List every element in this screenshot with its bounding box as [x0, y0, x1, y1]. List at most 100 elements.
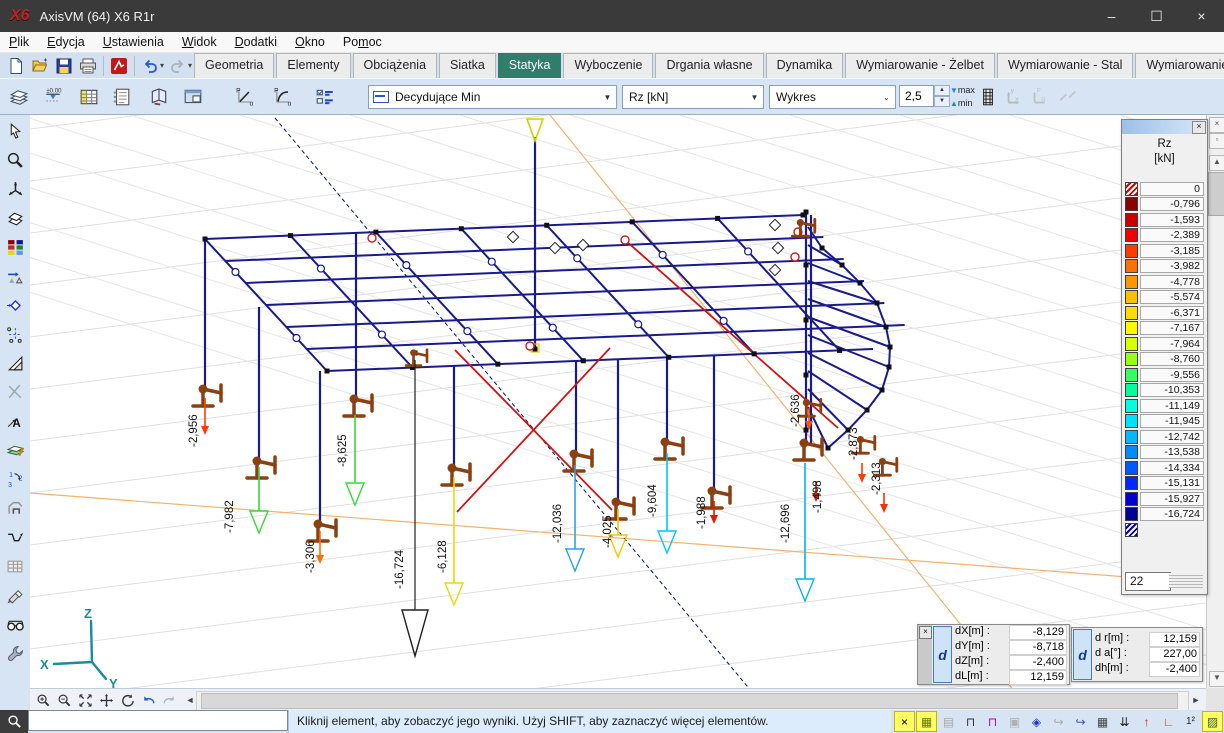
tab-wymiarowanie-elbet[interactable]: Wymiarowanie - Żelbet [845, 53, 995, 78]
parts-icon[interactable] [2, 320, 28, 349]
frame-view-icon[interactable]: ⊓ [960, 711, 981, 732]
legend-caption[interactable]: × [1122, 120, 1207, 134]
spin-up-icon[interactable]: ▲ [934, 85, 950, 96]
views-icon[interactable] [2, 175, 28, 204]
display-mode-combobox[interactable]: Wykres ⌄ [769, 85, 896, 109]
load-case-combobox[interactable]: Decydujące Min ▼ [368, 85, 617, 109]
workplane-toggle-icon[interactable]: ▨ [1202, 711, 1223, 732]
undo-icon[interactable] [138, 55, 162, 77]
modify-icon[interactable] [2, 291, 28, 320]
menu-plik[interactable]: Plik [0, 32, 38, 52]
polyline-icon[interactable] [2, 523, 28, 552]
frame-add-icon[interactable]: ⊓ [982, 711, 1003, 732]
redo-dropdown-icon[interactable]: ▾ [188, 61, 192, 70]
vertical-scrollbar[interactable]: × ▫ ▲ ▼ [1206, 115, 1224, 688]
table-browser-icon[interactable] [2, 552, 28, 581]
paste-parts-icon[interactable]: ▣ [1004, 711, 1025, 732]
close-icon[interactable]: × [919, 626, 932, 639]
result-table-icon[interactable] [76, 84, 102, 110]
hscroll-thumb[interactable] [201, 693, 1178, 709]
stories-icon[interactable]: ▤ [938, 711, 959, 732]
dimensions-icon[interactable]: A [2, 407, 28, 436]
numbering-icon[interactable]: 1² [1180, 711, 1201, 732]
print-icon[interactable] [76, 55, 100, 77]
window-layout-icon[interactable] [180, 84, 206, 110]
save-file-icon[interactable] [52, 55, 76, 77]
legend-grip[interactable] [1169, 573, 1203, 588]
undo-view-icon[interactable] [138, 691, 158, 709]
close-icon[interactable]: × [1192, 121, 1206, 134]
tab-drgania-w-asne[interactable]: Drgania własne [655, 53, 763, 78]
menu-widok[interactable]: Widok [173, 32, 226, 52]
tab-wymiarowanie-d[interactable]: Wymiarowanie - D [1135, 53, 1224, 78]
model-view[interactable]: -2,956-7,982-8,625-3,306-16,724-6,128-12… [30, 115, 1206, 688]
panel-float-icon[interactable]: ▫ [1209, 133, 1224, 149]
structural-members-icon[interactable] [2, 494, 28, 523]
grid-cursor-icon[interactable]: ▦ [916, 711, 937, 732]
menu-edycja[interactable]: Edycja [38, 32, 94, 52]
path-walk-icon[interactable]: ↪ [1070, 711, 1091, 732]
table-grid-icon[interactable]: ▦ [1092, 711, 1113, 732]
rotate-icon[interactable] [117, 691, 137, 709]
undo-dropdown-icon[interactable]: ▾ [160, 61, 164, 70]
pan-icon[interactable] [96, 691, 116, 709]
crosshair-toggle-icon[interactable]: × [894, 711, 915, 732]
model-svg[interactable]: -2,956-7,982-8,625-3,306-16,724-6,128-12… [30, 115, 1206, 688]
search-input[interactable] [28, 710, 288, 731]
arrows-down-icon[interactable]: ⇊ [1114, 711, 1135, 732]
tab-wymiarowanie-stal[interactable]: Wymiarowanie - Stal [997, 53, 1134, 78]
settings-icon[interactable] [2, 639, 28, 668]
search-icon[interactable] [0, 710, 28, 733]
redo-icon[interactable] [166, 55, 190, 77]
scroll-up-icon[interactable]: ▲ [1209, 155, 1224, 171]
scale-spinner-arrows[interactable]: ▲▼ [934, 85, 950, 107]
section-line-gray-icon[interactable] [1055, 84, 1081, 110]
new-file-icon[interactable] [4, 55, 28, 77]
geometry-tools-icon[interactable] [2, 349, 28, 378]
minmax-toggle[interactable]: ▼max ▲min [950, 84, 975, 110]
arrow-up-marker-icon[interactable]: ↑ [1136, 711, 1157, 732]
scale-value[interactable]: 2,5 [899, 85, 934, 107]
tab-siatka[interactable]: Siatka [439, 53, 496, 78]
report-maker-icon[interactable] [108, 84, 134, 110]
zoom-in-icon[interactable] [33, 691, 53, 709]
load-axes-gray-icon[interactable]: Fq [1026, 84, 1052, 110]
library-icon[interactable] [146, 84, 172, 110]
path-tool-icon[interactable]: ↪ [1048, 711, 1069, 732]
local-axes-icon[interactable]: ∟ [1158, 711, 1179, 732]
hscroll-track[interactable] [196, 691, 1189, 711]
vscroll-thumb[interactable] [1208, 172, 1224, 216]
animation-icon[interactable] [975, 84, 1001, 110]
collapse-toolbar-icon[interactable]: ◄ [180, 691, 200, 709]
tab-statyka[interactable]: Statyka [498, 53, 562, 78]
render-icon[interactable] [2, 581, 28, 610]
menu-ustawienia[interactable]: Ustawienia [94, 32, 173, 52]
geometry-transform-icon[interactable] [2, 262, 28, 291]
layers-icon[interactable] [6, 84, 32, 110]
pu-diagram-linear-icon[interactable]: Pu [232, 84, 258, 110]
tab-elementy[interactable]: Elementy [276, 53, 350, 78]
tab-wyboczenie[interactable]: Wyboczenie [563, 53, 653, 78]
delta-toggle-button[interactable]: d [933, 626, 952, 683]
legend-level-count[interactable]: 22 [1125, 572, 1171, 591]
level-display-icon[interactable]: ±0.00 [40, 84, 66, 110]
menu-pomoc[interactable]: Pomoc [334, 32, 391, 52]
tab-obci-enia[interactable]: Obciążenia [353, 53, 438, 78]
panel-close-icon[interactable]: × [1209, 117, 1224, 133]
local-axes-gray-icon[interactable]: yx [1000, 84, 1026, 110]
modify-diamond-icon[interactable]: ◈ [1026, 711, 1047, 732]
selection-cursor-icon[interactable] [2, 117, 28, 146]
minimize-button[interactable]: – [1089, 0, 1134, 32]
delta-toggle-button[interactable]: d [1073, 629, 1092, 680]
zoom-icon[interactable] [2, 146, 28, 175]
renumber-icon[interactable]: 123 [2, 465, 28, 494]
menu-okno[interactable]: Okno [286, 32, 334, 52]
tab-dynamika[interactable]: Dynamika [766, 53, 844, 78]
tab-geometria[interactable]: Geometria [194, 53, 274, 78]
close-button[interactable]: × [1179, 0, 1224, 32]
color-coding-icon[interactable] [2, 233, 28, 262]
result-component-combobox[interactable]: Rz [kN] ▼ [622, 85, 764, 109]
open-file-icon[interactable] [28, 55, 52, 77]
scroll-down-icon[interactable]: ▼ [1209, 671, 1224, 687]
result-component-list-icon[interactable] [312, 84, 338, 110]
